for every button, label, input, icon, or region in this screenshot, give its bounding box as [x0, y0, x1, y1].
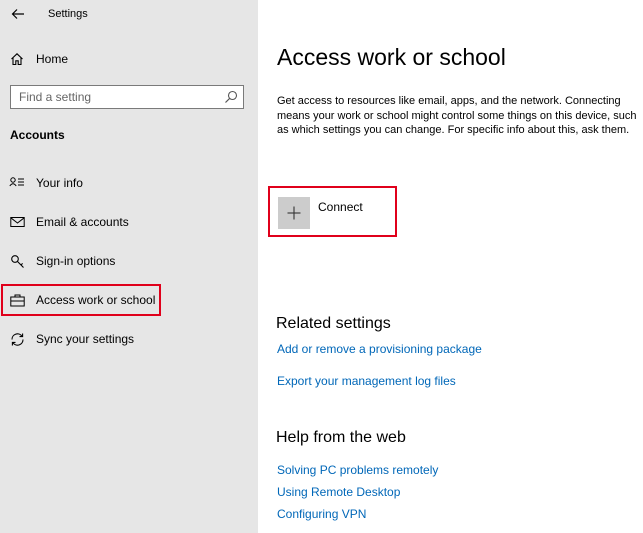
connect-highlight-box — [268, 186, 397, 237]
sidebar-item-sync-settings[interactable]: Sync your settings — [0, 324, 258, 354]
sidebar-item-label: Email & accounts — [36, 215, 129, 229]
sidebar-item-sign-in-options[interactable]: Sign-in options — [0, 246, 258, 276]
home-icon — [9, 51, 25, 67]
remote-desktop-link[interactable]: Using Remote Desktop — [277, 485, 400, 499]
provisioning-package-link[interactable]: Add or remove a provisioning package — [277, 342, 482, 356]
person-card-icon — [9, 175, 25, 191]
selection-highlight-box — [1, 284, 161, 316]
export-management-log-link[interactable]: Export your management log files — [277, 374, 456, 388]
solving-pc-problems-link[interactable]: Solving PC problems remotely — [277, 463, 438, 477]
sidebar-item-label: Sign-in options — [36, 254, 116, 268]
search-box[interactable] — [10, 85, 244, 109]
search-input[interactable] — [11, 86, 221, 108]
main-content — [258, 0, 643, 533]
search-icon — [225, 90, 238, 103]
page-title: Access work or school — [277, 44, 506, 70]
sidebar: Settings Home Accounts Your info — [0, 0, 258, 533]
app-title: Settings — [48, 8, 88, 20]
envelope-icon — [9, 214, 25, 230]
configuring-vpn-link[interactable]: Configuring VPN — [277, 507, 366, 521]
sidebar-item-email-accounts[interactable]: Email & accounts — [0, 207, 258, 237]
sidebar-item-your-info[interactable]: Your info — [0, 168, 258, 198]
help-from-web-heading: Help from the web — [276, 429, 406, 446]
back-arrow-icon — [11, 9, 24, 19]
section-heading-accounts: Accounts — [10, 128, 65, 142]
sync-icon — [9, 331, 25, 347]
page-description: Get access to resources like email, apps… — [277, 95, 637, 136]
sidebar-item-label: Your info — [36, 176, 83, 190]
related-settings-heading: Related settings — [276, 315, 391, 332]
key-icon — [9, 253, 25, 269]
sidebar-item-label: Home — [36, 52, 69, 66]
sidebar-item-home[interactable]: Home — [0, 44, 258, 74]
back-button[interactable] — [7, 4, 29, 24]
sidebar-item-label: Sync your settings — [36, 332, 135, 346]
